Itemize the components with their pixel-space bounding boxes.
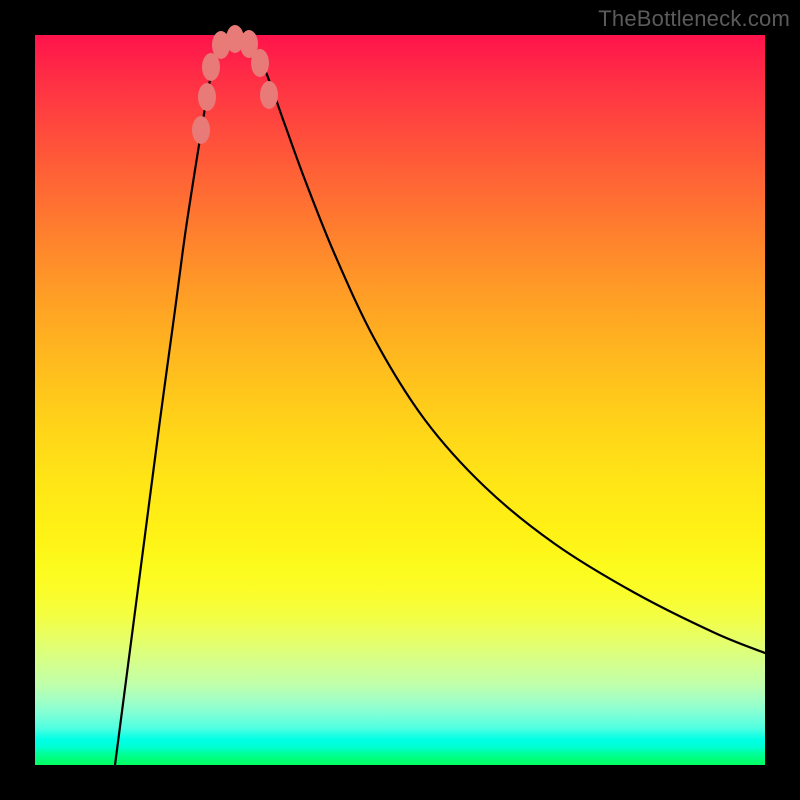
marker-left-mid xyxy=(198,83,216,111)
marker-right-lower xyxy=(251,49,269,77)
bottleneck-curve xyxy=(115,37,765,765)
plot-area xyxy=(35,35,765,765)
markers-group xyxy=(192,25,278,144)
curve-layer xyxy=(35,35,765,765)
attribution-text: TheBottleneck.com xyxy=(598,6,790,32)
marker-right-upper xyxy=(260,81,278,109)
chart-frame: TheBottleneck.com xyxy=(0,0,800,800)
marker-left-upper xyxy=(192,116,210,144)
